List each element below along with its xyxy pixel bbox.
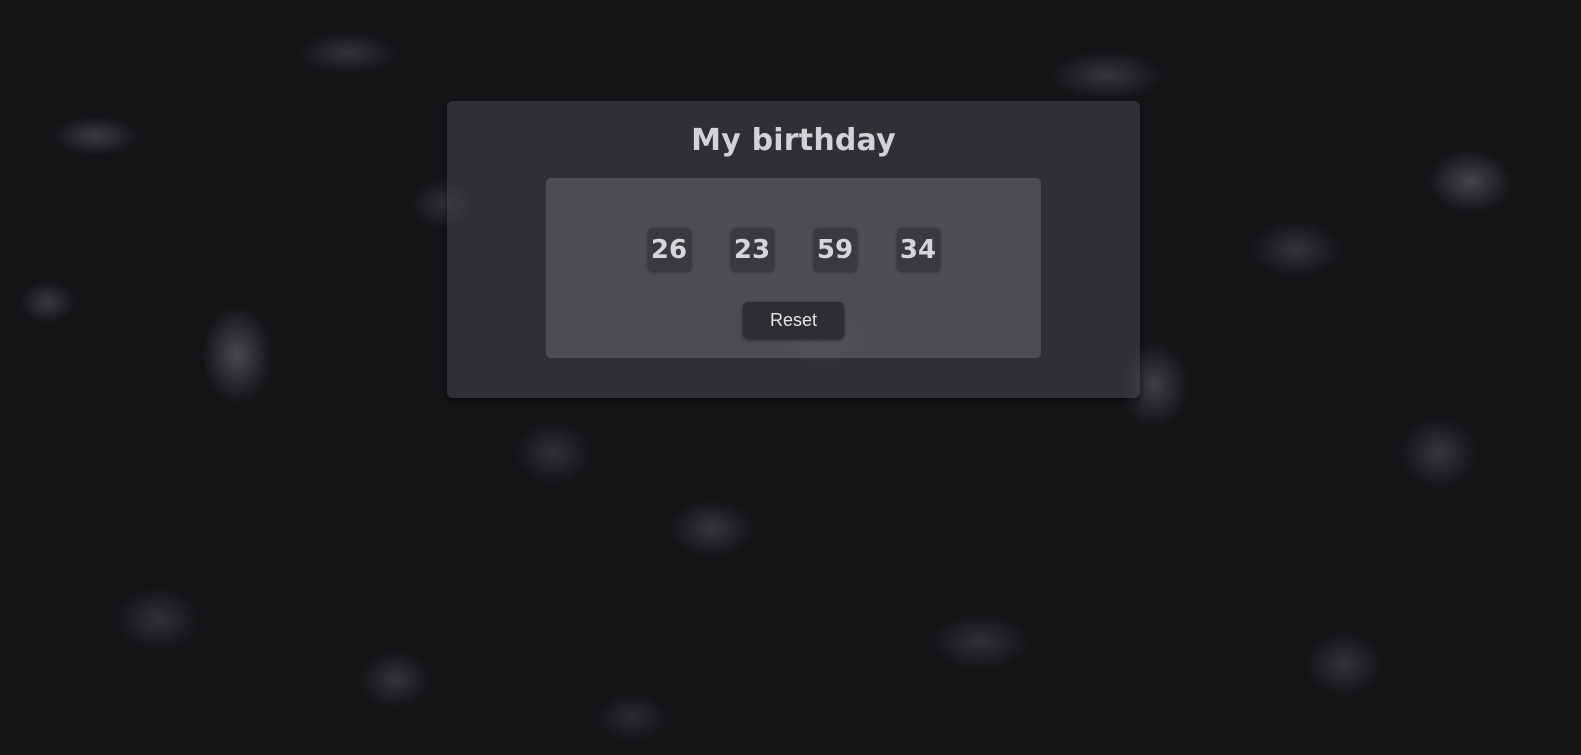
reset-button[interactable]: Reset bbox=[743, 302, 844, 338]
countdown-hours: 23 bbox=[730, 228, 774, 271]
page-title: My birthday bbox=[691, 123, 896, 158]
countdown-days: 26 bbox=[647, 228, 691, 271]
countdown-seconds: 34 bbox=[896, 228, 940, 271]
countdown-panel: 26 23 59 34 Reset bbox=[546, 178, 1041, 358]
countdown-minutes: 59 bbox=[813, 228, 857, 271]
countdown-row: 26 23 59 34 bbox=[546, 228, 1041, 271]
countdown-card: My birthday 26 23 59 34 Reset bbox=[447, 101, 1140, 398]
